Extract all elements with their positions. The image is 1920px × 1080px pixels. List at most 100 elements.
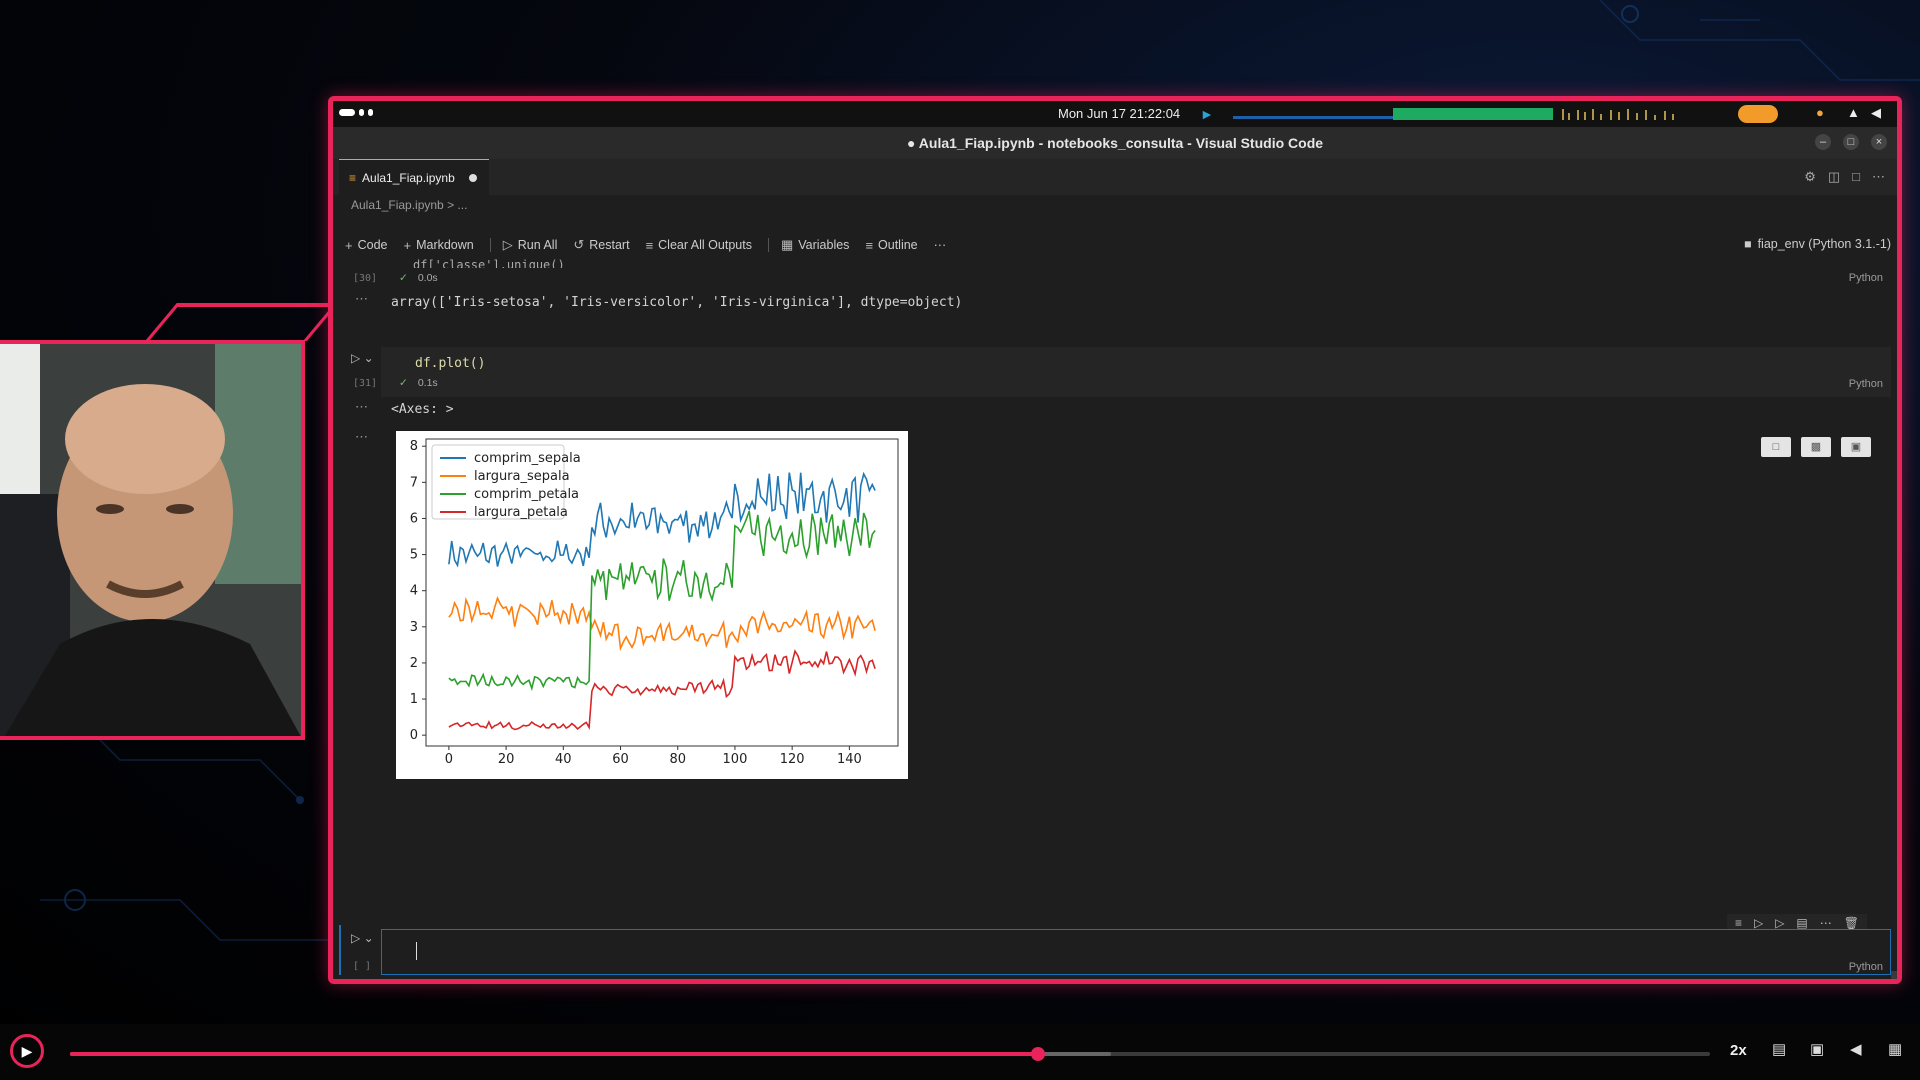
run-cell-icon[interactable]: ▷ ⌄ (351, 931, 374, 945)
fullscreen-icon[interactable]: ▦ (1888, 1040, 1902, 1058)
toolbar-more-button[interactable]: ··· (934, 238, 947, 252)
plot-output: 0 20 40 60 80 100 120 140 0 1 2 3 4 5 6 7 8 comprim_sepal… (396, 431, 908, 779)
cell-30-time: 0.0s (417, 272, 438, 284)
tab-notebook[interactable]: ≡ Aula1_Fiap.ipynb (339, 159, 489, 195)
webcam-overlay (0, 340, 305, 740)
notebook-icon: ≡ (349, 170, 357, 185)
lock-icon[interactable]: □ (1852, 169, 1860, 185)
unsaved-dot-icon[interactable] (468, 173, 477, 182)
window-titlebar: ● Aula1_Fiap.ipynb - notebooks_consulta … (333, 127, 1897, 159)
execute-above-icon[interactable]: ▷ (1754, 916, 1763, 930)
seek-bar[interactable] (70, 1047, 1710, 1061)
restart-label: Restart (589, 238, 630, 252)
outline-label: Outline (878, 238, 918, 252)
maximize-button[interactable]: □ (1843, 134, 1859, 150)
run-cell-icon[interactable]: ▷ ⌄ (351, 351, 374, 365)
legend-label: largura_petala (474, 505, 568, 520)
run-by-line-icon[interactable]: ≡ (1735, 916, 1742, 930)
clear-outputs-icon: ≡ (645, 237, 654, 253)
output-more-icon[interactable]: ⋯ (355, 429, 368, 445)
x-tick-label: 100 (723, 752, 748, 767)
open-plot-viewer-icon[interactable]: ▩ (1801, 437, 1831, 457)
split-cell-icon[interactable]: ▤ (1796, 916, 1807, 930)
variables-label: Variables (798, 238, 850, 252)
check-icon: ✓ (399, 377, 408, 389)
variables-icon: ▦ (780, 237, 794, 252)
restart-button[interactable]: ↺ Restart (573, 237, 629, 253)
run-all-label: Run All (517, 238, 558, 252)
video-player-controls: ▶ 2x ▤ ▣ ◀ ▦ (0, 1024, 1920, 1080)
webcam-frame-tab (145, 303, 339, 341)
microphone-icon[interactable]: ● (1816, 105, 1824, 120)
playback-speed-button[interactable]: 2x (1730, 1042, 1747, 1059)
clear-outputs-button[interactable]: ≡ Clear All Outputs (646, 238, 752, 253)
legend-label: comprim_sepala (474, 451, 581, 466)
cell-31-code[interactable]: df.plot() (415, 356, 485, 371)
cell-30-code[interactable]: df['classe'].unique() (413, 258, 565, 268)
run-all-icon: ▷ (502, 237, 513, 252)
volume-icon[interactable]: ◀ (1871, 105, 1881, 121)
output-actions: □ ▩ ▣ (1761, 437, 1871, 457)
y-tick-label: 4 (410, 584, 418, 599)
more-cell-actions-icon[interactable]: ⋯ (1820, 916, 1832, 930)
y-tick-label: 1 (410, 692, 418, 707)
x-tick-label: 80 (669, 752, 686, 767)
cell-31-language[interactable]: Python (1849, 378, 1883, 390)
legend-label: comprim_petala (474, 487, 579, 502)
seek-handle[interactable] (1030, 1047, 1045, 1061)
system-clock[interactable]: Mon Jun 17 21:22:04 (1058, 106, 1180, 121)
plus-icon: + (345, 237, 353, 253)
new-code-cell-editor[interactable] (381, 929, 1891, 975)
video-stage: Mon Jun 17 21:22:04 ► ● ▲ ◀ ● Aula1_Fiap… (0, 0, 1920, 1080)
outline-button[interactable]: ≡ Outline (865, 238, 917, 253)
system-topbar: Mon Jun 17 21:22:04 ► ● ▲ ◀ (333, 101, 1897, 127)
output-more-icon[interactable]: ⋯ (355, 399, 368, 415)
y-tick-label: 0 (410, 728, 418, 743)
play-button[interactable]: ▶ (10, 1034, 44, 1068)
more-actions-icon[interactable]: ⋯ (1872, 169, 1885, 185)
add-markdown-button[interactable]: + Markdown (403, 238, 473, 253)
workspace-dots[interactable] (339, 109, 373, 116)
split-editor-icon[interactable]: ◫ (1828, 169, 1840, 185)
minimize-button[interactable]: – (1815, 134, 1831, 150)
fish-icon[interactable]: ► (1200, 106, 1214, 122)
network-icon[interactable]: ▲ (1847, 105, 1860, 120)
notebook-body: df['classe'].unique() [30] ✓ 0.0s Python … (333, 258, 1897, 979)
kernel-icon: ■ (1744, 237, 1752, 251)
save-output-icon[interactable]: ▣ (1841, 437, 1871, 457)
y-tick-label: 5 (410, 548, 418, 563)
editor-tabs: ≡ Aula1_Fiap.ipynb ⚙ ◫ □ ⋯ (333, 159, 1897, 195)
y-tick-label: 2 (410, 656, 418, 671)
kernel-picker[interactable]: ■ fiap_env (Python 3.1.-1) (1744, 237, 1891, 251)
output-more-icon[interactable]: ⋯ (355, 291, 368, 307)
close-button[interactable]: × (1871, 134, 1887, 150)
add-code-label: Code (357, 238, 388, 252)
notebook-toolbar: + Code + Markdown ▷ Run All ↺ Restart ≡ Clear… (333, 231, 1897, 259)
picture-in-picture-icon[interactable]: ▣ (1810, 1040, 1824, 1058)
run-all-button[interactable]: ▷ Run All (503, 237, 558, 253)
screen-record-badge[interactable] (1738, 105, 1778, 123)
kernel-label: fiap_env (Python 3.1.-1) (1757, 237, 1891, 251)
y-tick-label: 8 (410, 439, 418, 454)
cell-focus-bar (339, 925, 341, 975)
cell-30-exec-count: [30] (353, 273, 378, 284)
variables-button[interactable]: ▦ Variables (781, 237, 849, 253)
scrollbar[interactable] (1891, 971, 1897, 979)
y-tick-label: 6 (410, 511, 418, 526)
new-cell-language[interactable]: Python (1849, 961, 1883, 973)
delete-cell-icon[interactable]: 🗑 (1844, 916, 1859, 930)
volume-icon[interactable]: ◀ (1850, 1040, 1862, 1058)
cell-30-language[interactable]: Python (1849, 272, 1883, 284)
captions-icon[interactable]: ▤ (1772, 1040, 1786, 1058)
x-tick-label: 60 (612, 752, 629, 767)
cell-31-editor[interactable] (381, 347, 1891, 397)
gear-icon[interactable]: ⚙ (1804, 169, 1816, 185)
breadcrumb[interactable]: Aula1_Fiap.ipynb > ... (351, 198, 467, 212)
execute-below-icon[interactable]: ▷ (1775, 916, 1784, 930)
add-code-button[interactable]: + Code (345, 238, 387, 253)
copy-output-icon[interactable]: □ (1761, 437, 1791, 457)
clear-outputs-label: Clear All Outputs (658, 238, 752, 252)
audio-visualizer (1233, 108, 1674, 120)
new-cell-exec-count: [ ] (353, 961, 372, 972)
check-icon: ✓ (399, 272, 408, 284)
